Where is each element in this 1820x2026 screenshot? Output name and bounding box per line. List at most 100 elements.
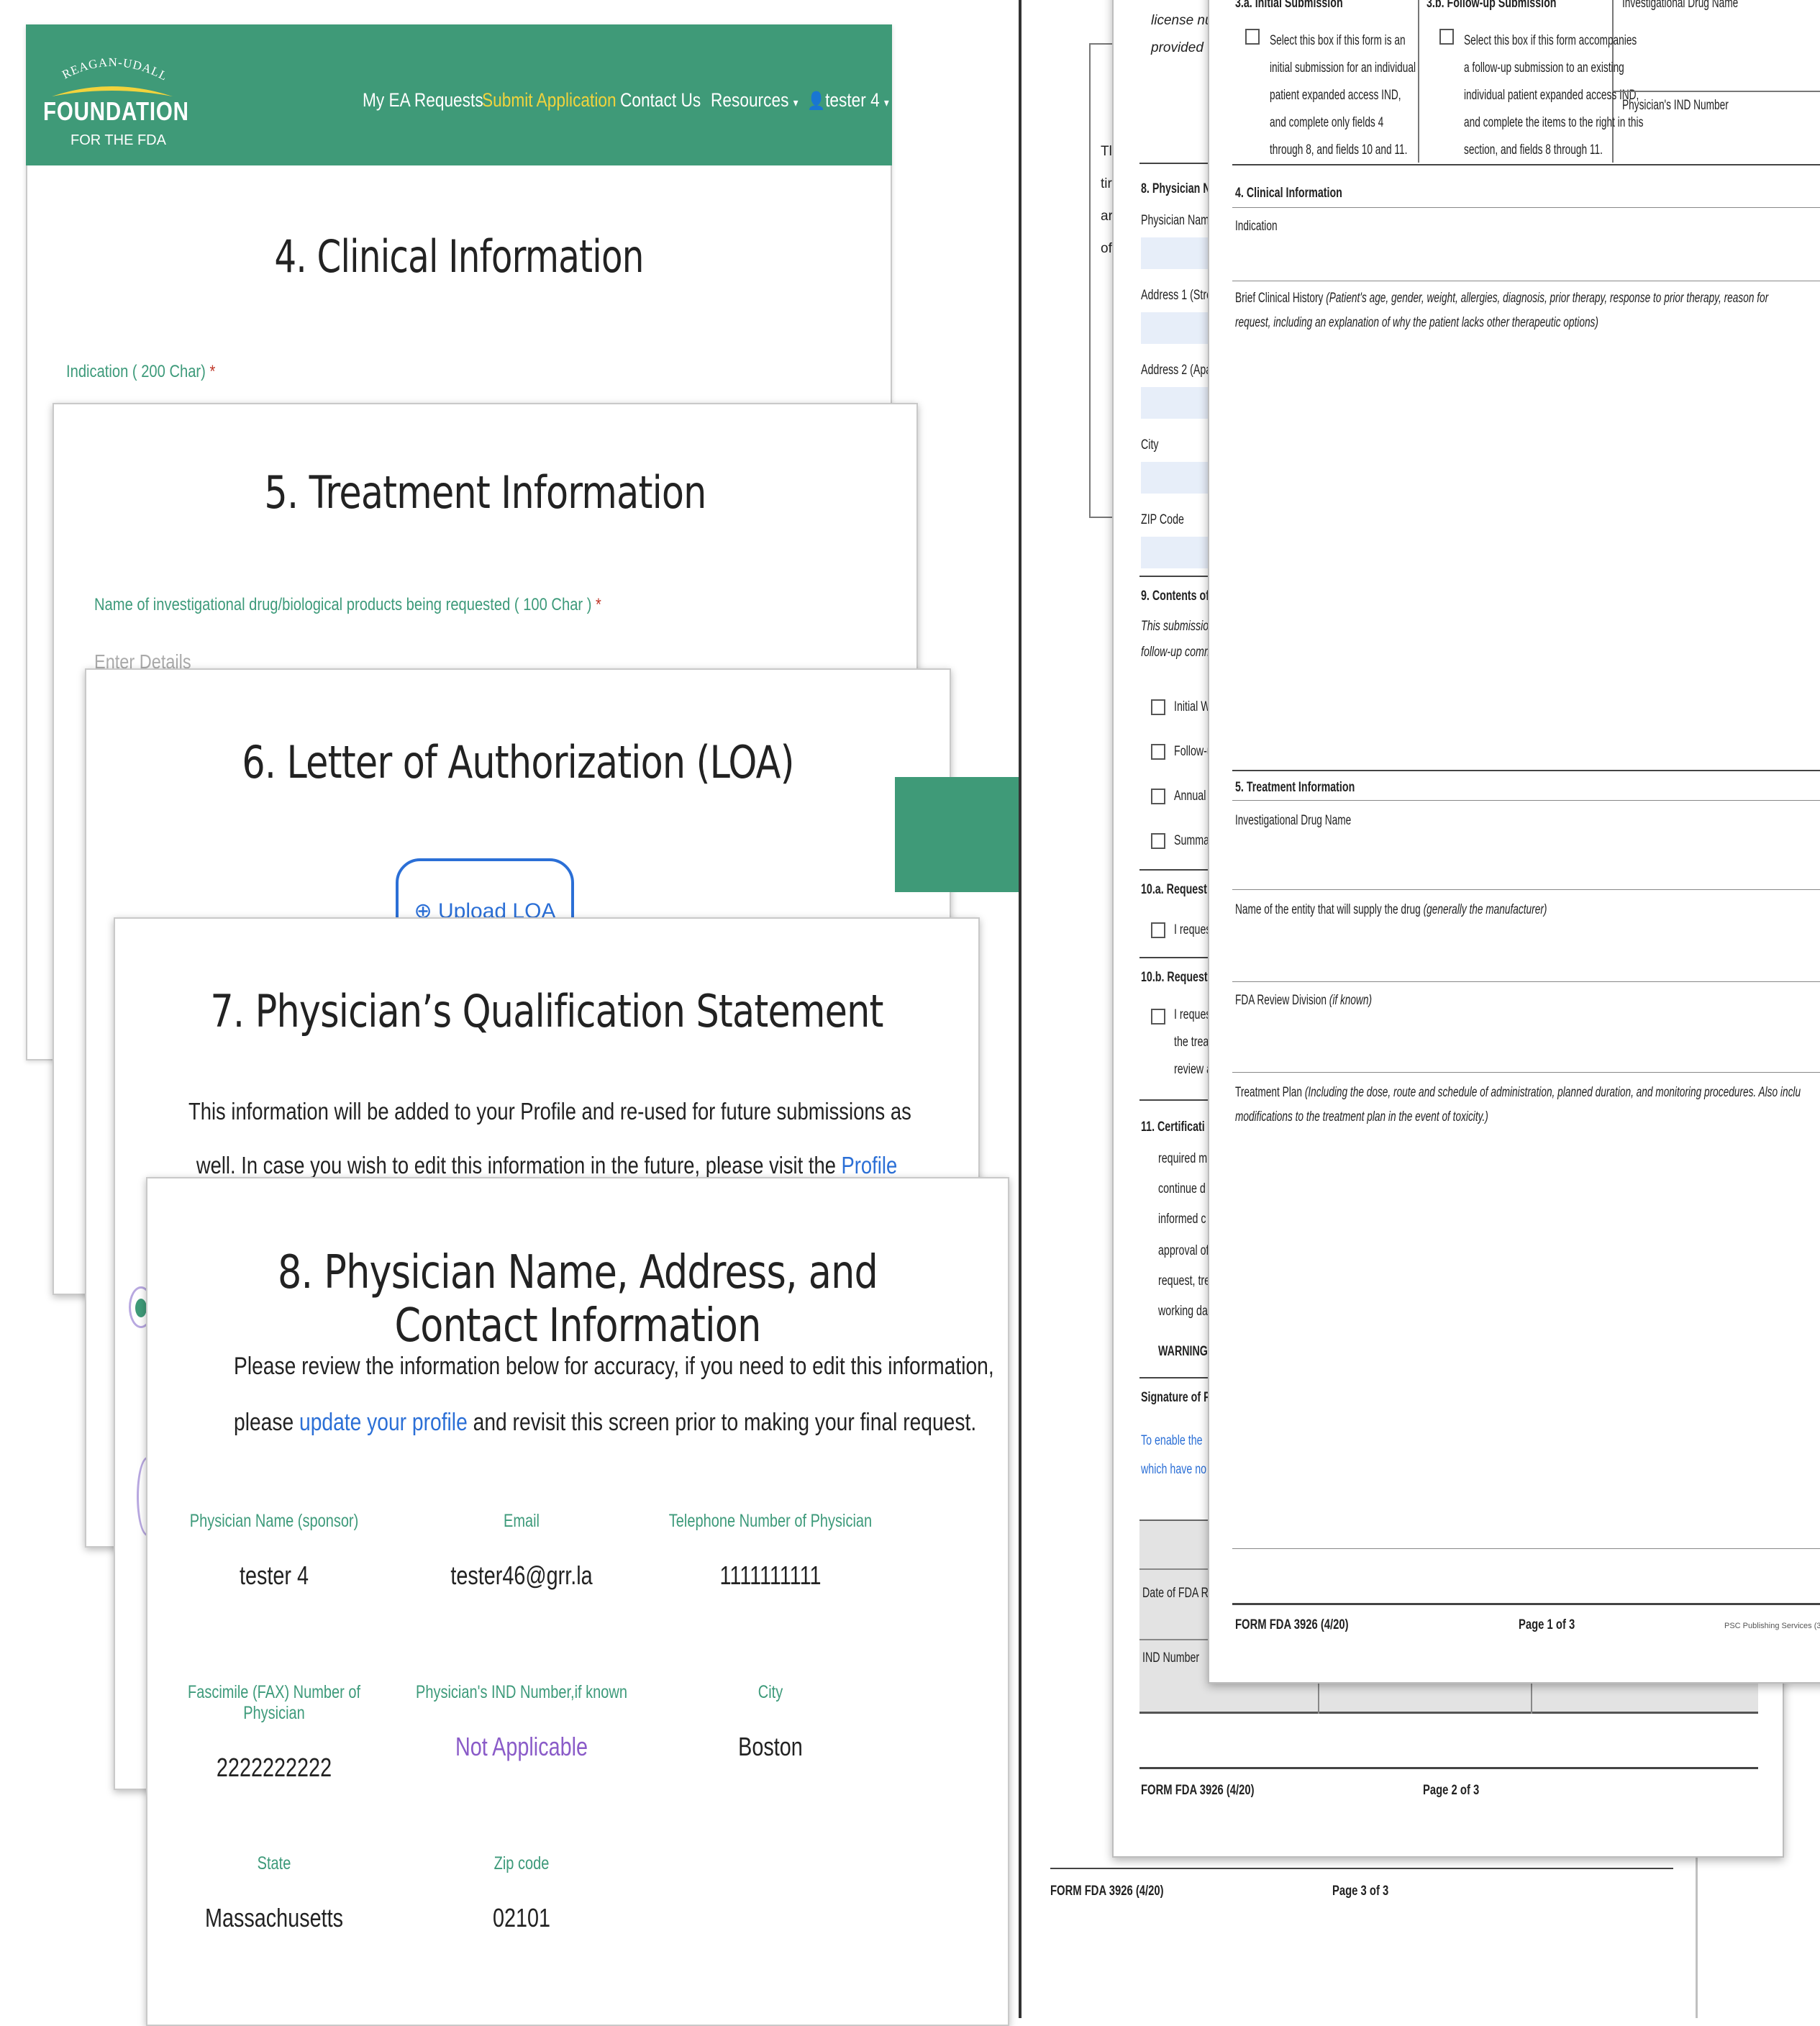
nav-submit-application[interactable]: Submit Application <box>482 89 616 112</box>
page2-footer-form: FORM FDA 3926 (4/20) <box>1141 1783 1255 1798</box>
cert-line-2: continue d <box>1158 1181 1206 1196</box>
field-zip: Zip code 02101 <box>492 1853 551 1932</box>
physician-contact-card: 8. Physician Name, Address, and Contact … <box>146 1177 1009 2026</box>
cert-line-3: informed c <box>1158 1212 1206 1227</box>
signature-head: Signature of P <box>1141 1390 1211 1405</box>
division-label: FDA Review Division (if known) <box>1235 993 1373 1008</box>
page1-footer-right: PSC Publishing Services (301) 4 <box>1724 1622 1820 1630</box>
profile-link[interactable]: Profile <box>842 1152 898 1178</box>
nav-resources[interactable]: Resources ▾ <box>711 89 798 112</box>
drug-name-form-label: Investigational Drug Name <box>1235 813 1352 828</box>
field-telephone: Telephone Number of Physician 1111111111 <box>668 1511 873 1590</box>
box-3b-text: Select this box if this form accompanies… <box>1464 33 1644 158</box>
clinical-history-label: Brief Clinical History (Patient's age, g… <box>1235 291 1769 306</box>
cert-line-5: request, tre <box>1158 1273 1211 1289</box>
field-physician-name: Physician Name (sponsor) tester 4 <box>189 1511 359 1590</box>
clinical-history-label-2: request, including an explanation of why… <box>1235 315 1598 330</box>
checkbox-initial[interactable] <box>1151 699 1165 715</box>
drug-name-label: Name of investigational drug/biological … <box>94 595 601 614</box>
review-text: Please review the information below for … <box>234 1353 994 1436</box>
form-page-1: 3.a. Initial Submission 3.b. Follow-up S… <box>1208 0 1820 1684</box>
checkbox-request-a[interactable] <box>1151 922 1165 938</box>
chevron-down-icon: ▾ <box>793 97 798 109</box>
cert-line-6: working da <box>1158 1304 1208 1319</box>
indication-form-label: Indication <box>1235 219 1278 234</box>
contents-text-1: This submissio <box>1141 619 1209 634</box>
logo-sub: FOR THE FDA <box>70 132 166 148</box>
page3-text-3: ar <box>1101 209 1113 224</box>
nav-user-menu[interactable]: 👤tester 4 ▾ <box>807 89 889 112</box>
section6-title: 6. Letter of Authorization (LOA) <box>242 736 794 789</box>
page3-footer-page: Page 3 of 3 <box>1332 1884 1389 1899</box>
cert-line-1: required m <box>1158 1151 1208 1166</box>
site-logo[interactable]: REAGAN-UDALL FOUNDATION FOR THE FDA <box>36 39 189 161</box>
checkbox-followup[interactable] <box>1151 744 1165 760</box>
enable-text-1: To enable the <box>1141 1433 1203 1448</box>
physician-head: 8. Physician N <box>1141 181 1211 196</box>
ind-number-label: IND Number <box>1142 1650 1200 1666</box>
section5-title: 5. Treatment Information <box>264 466 706 519</box>
sec-3b-head: 3.b. Follow-up Submission <box>1427 0 1557 11</box>
site-header: REAGAN-UDALL FOUNDATION FOR THE FDA My E… <box>26 24 892 165</box>
qualification-text: This information will be added to your P… <box>188 1098 911 1178</box>
contents-text-2: follow-up comm <box>1141 645 1213 660</box>
nav-contact-us[interactable]: Contact Us <box>620 89 701 112</box>
treatment-head: 5. Treatment Information <box>1235 780 1355 795</box>
page3-text-2: tir <box>1101 176 1112 191</box>
box-3a-text: Select this box if this form is an initi… <box>1270 33 1416 158</box>
zip-label: ZIP Code <box>1141 512 1184 527</box>
request-b-line-3: review a <box>1174 1062 1213 1077</box>
checkbox-annual[interactable] <box>1151 789 1165 804</box>
page3-footer-form: FORM FDA 3926 (4/20) <box>1050 1884 1164 1899</box>
right-ind-label: Physician's IND Number <box>1622 98 1729 113</box>
page1-footer-page: Page 1 of 3 <box>1519 1617 1575 1632</box>
city-label: City <box>1141 437 1159 453</box>
nav-my-ea-requests[interactable]: My EA Requests <box>363 89 483 112</box>
field-city: City Boston <box>738 1682 803 1761</box>
field-ind-number: Physician's IND Number,if known Not Appl… <box>416 1682 627 1761</box>
field-state: State Massachusetts <box>204 1853 344 1932</box>
warning-label: WARNING <box>1158 1344 1208 1359</box>
sec-3a-head: 3.a. Initial Submission <box>1235 0 1343 11</box>
entity-label: Name of the entity that will supply the … <box>1235 902 1547 917</box>
date-fda-label: Date of FDA R <box>1142 1586 1209 1601</box>
right-drug-name-label: Investigational Drug Name <box>1622 0 1739 11</box>
physician-name-label: Physician Nam <box>1141 213 1210 228</box>
field-fax: Fascimile (FAX) Number of Physician 2222… <box>187 1682 361 1782</box>
checkbox-request-b[interactable] <box>1151 1009 1165 1025</box>
indication-label: Indication ( 200 Char) * <box>66 362 216 381</box>
field-email: Email tester46@grr.la <box>450 1511 593 1590</box>
cert-line-4: approval of <box>1158 1243 1209 1258</box>
page1-footer-form: FORM FDA 3926 (4/20) <box>1235 1617 1349 1632</box>
contents-head: 9. Contents of <box>1141 589 1210 604</box>
request-a-head: 10.a. Request <box>1141 882 1207 897</box>
user-icon: 👤 <box>807 91 826 111</box>
svg-text:REAGAN-UDALL: REAGAN-UDALL <box>60 55 170 82</box>
request-b-line-2: the treat <box>1174 1035 1212 1050</box>
page3-footer-rule <box>1050 1868 1673 1869</box>
address1-label: Address 1 (Stre <box>1141 288 1212 303</box>
chk-summary-label: Summar <box>1174 833 1213 848</box>
enable-text-2: which have no <box>1141 1462 1207 1477</box>
treatment-plan-label: Treatment Plan (Including the dose, rout… <box>1235 1085 1801 1100</box>
logo-main: FOUNDATION <box>43 96 189 126</box>
chevron-down-icon: ▾ <box>884 97 889 109</box>
request-b-head: 10.b. Request <box>1141 970 1208 985</box>
certification-head: 11. Certificati <box>1141 1119 1205 1135</box>
checkbox-followup-submission[interactable] <box>1439 29 1454 45</box>
section8-title: 8. Physician Name, Address, and Contact … <box>277 1246 878 1353</box>
nav-user-label: tester 4 <box>825 89 880 111</box>
checkbox-summary[interactable] <box>1151 833 1165 849</box>
section7-title: 7. Physician’s Qualification Statement <box>210 985 883 1037</box>
chk-followup-label: Follow-u <box>1174 744 1213 759</box>
treatment-plan-label-2: modifications to the treatment plan in t… <box>1235 1109 1488 1125</box>
address2-label: Address 2 (Apar <box>1141 363 1215 378</box>
checkbox-initial-submission[interactable] <box>1245 29 1260 45</box>
logo-arc: REAGAN-UDALL <box>60 55 170 82</box>
update-profile-link[interactable]: update your profile <box>299 1409 468 1436</box>
nav-resources-label: Resources <box>711 89 789 111</box>
clinical-head: 4. Clinical Information <box>1235 186 1342 201</box>
section4-title: 4. Clinical Information <box>274 230 644 283</box>
page3-text-4: of <box>1101 241 1112 256</box>
page2-footer-page: Page 2 of 3 <box>1423 1783 1480 1798</box>
